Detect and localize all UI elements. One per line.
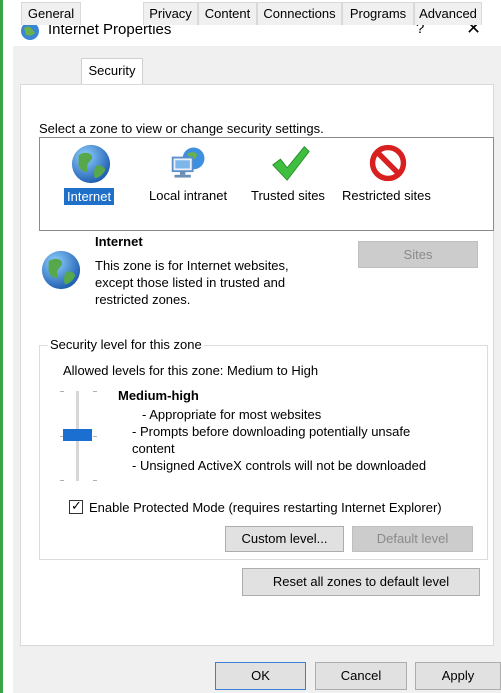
- checkmark-icon: ✓: [71, 498, 82, 513]
- level-bullet: - Appropriate for most websites: [142, 407, 322, 422]
- zone-label-internet: Internet: [64, 188, 115, 205]
- tab-general[interactable]: General: [21, 2, 81, 25]
- custom-level-button[interactable]: Custom level...: [225, 526, 344, 552]
- zone-label-local-intranet: Local intranet: [149, 188, 228, 203]
- tab-programs[interactable]: Programs: [342, 2, 414, 25]
- tab-connections[interactable]: Connections: [257, 2, 342, 25]
- zone-list[interactable]: Internet Local intranet Trusted sites Re…: [39, 137, 494, 231]
- level-bullet: - Unsigned ActiveX controls will not be …: [132, 458, 427, 473]
- security-level-name: Medium-high: [118, 388, 199, 403]
- sites-button[interactable]: Sites: [358, 241, 478, 268]
- tab-advanced[interactable]: Advanced: [414, 2, 482, 25]
- globe-icon: [41, 250, 81, 290]
- window-frame-edge: [0, 0, 3, 693]
- globe-icon: [71, 144, 111, 184]
- level-bullet: - Prompts before downloading potentially…: [132, 424, 411, 439]
- default-level-button[interactable]: Default level: [352, 526, 473, 552]
- selected-zone-name: Internet: [95, 234, 143, 249]
- no-entry-icon: [369, 144, 407, 182]
- apply-button[interactable]: Apply: [415, 662, 501, 690]
- security-level-description: - Appropriate for most websites - Prompt…: [132, 406, 452, 474]
- slider-ticks-right: [93, 391, 97, 481]
- security-level-group-label: Security level for this zone: [48, 337, 204, 352]
- zone-trusted-sites[interactable]: Trusted sites: [249, 138, 331, 230]
- zone-restricted-sites[interactable]: Restricted sites: [342, 138, 438, 230]
- ok-button[interactable]: OK: [215, 662, 306, 690]
- zone-local-intranet[interactable]: Local intranet: [147, 138, 237, 230]
- selected-zone-description: This zone is for Internet websites, exce…: [95, 258, 289, 307]
- network-computer-icon: [171, 147, 205, 178]
- tab-security[interactable]: Security: [81, 58, 143, 84]
- security-slider-thumb[interactable]: [63, 429, 92, 441]
- zone-label-trusted-sites: Trusted sites: [251, 188, 325, 203]
- cancel-button[interactable]: Cancel: [315, 662, 407, 690]
- zone-label-restricted-sites: Restricted sites: [342, 188, 431, 203]
- zone-prompt: Select a zone to view or change security…: [39, 121, 324, 136]
- protected-mode-label: Enable Protected Mode (requires restarti…: [89, 500, 442, 515]
- green-check-icon: [272, 146, 310, 181]
- reset-all-zones-button[interactable]: Reset all zones to default level: [242, 568, 480, 596]
- tab-privacy[interactable]: Privacy: [143, 2, 198, 25]
- protected-mode-checkbox[interactable]: ✓: [69, 498, 83, 514]
- allowed-levels-text: Allowed levels for this zone: Medium to …: [63, 363, 319, 378]
- level-bullet: content: [132, 441, 175, 456]
- tab-content[interactable]: Content: [198, 2, 257, 25]
- zone-internet[interactable]: Internet: [62, 138, 124, 230]
